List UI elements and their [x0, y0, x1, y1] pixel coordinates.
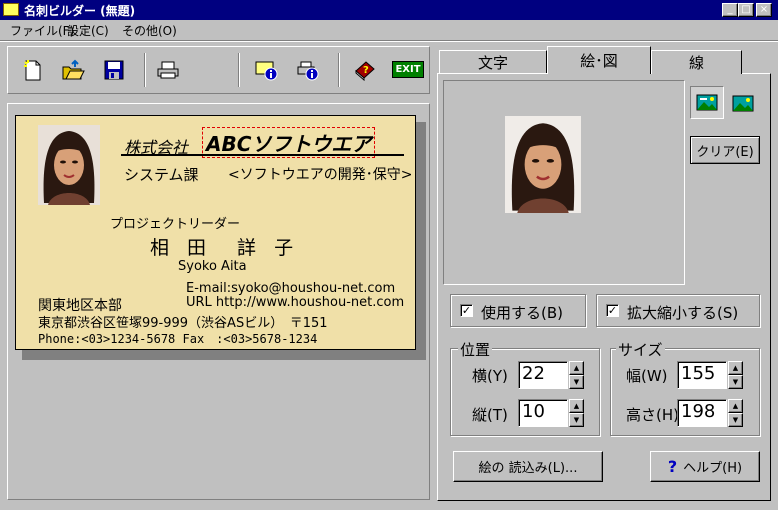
x-spin-up[interactable]: ▲ — [569, 361, 584, 375]
close-button[interactable]: × — [756, 3, 772, 17]
card-department: システム課 — [124, 166, 199, 184]
new-document-icon[interactable] — [21, 59, 45, 81]
y-spin-up[interactable]: ▲ — [569, 399, 584, 413]
card-name-roman: Syoko Aita — [178, 259, 247, 274]
tab-picture[interactable]: 絵･図 — [547, 46, 651, 74]
width-label: 幅(W) — [626, 367, 668, 385]
maximize-button[interactable]: □ — [738, 3, 754, 17]
clear-button[interactable]: クリア(E) — [690, 136, 760, 164]
exit-icon[interactable]: EXIT — [392, 61, 424, 78]
height-spin-up[interactable]: ▲ — [728, 399, 743, 413]
help-book-icon[interactable]: ? — [353, 59, 377, 81]
minimize-button[interactable]: _ — [722, 3, 738, 17]
open-folder-icon[interactable] — [61, 59, 85, 81]
card-photo[interactable] — [38, 125, 100, 205]
picture-preview — [443, 80, 685, 285]
width-input[interactable]: 155 — [677, 361, 727, 389]
save-disk-icon[interactable] — [102, 59, 126, 81]
width-spin-up[interactable]: ▲ — [728, 361, 743, 375]
menu-settings[interactable]: 設定(C) — [67, 22, 109, 39]
place-picture-icon[interactable] — [728, 88, 758, 118]
card-position: プロジェクトリーダー — [110, 217, 241, 232]
use-picture-checkbox[interactable]: ✓ — [460, 304, 473, 317]
window-title: 名刺ビルダー (無題) — [24, 4, 136, 18]
help-button-label: ヘルプ(H) — [683, 461, 743, 476]
fit-picture-icon[interactable] — [690, 86, 724, 119]
height-label: 高さ(H) — [626, 406, 679, 424]
card-rule — [121, 154, 404, 156]
app-icon — [3, 3, 19, 16]
title-bar: 名刺ビルダー (無題) _ □ × — [0, 0, 778, 20]
help-button[interactable]: ? ヘルプ(H) — [650, 451, 760, 482]
card-phone: Phone:<03>1234-5678 Fax :<03>5678-1234 — [38, 332, 318, 346]
y-input[interactable]: 10 — [518, 399, 568, 427]
svg-text:?: ? — [363, 65, 369, 76]
x-input[interactable]: 22 — [518, 361, 568, 389]
width-spin-down[interactable]: ▼ — [728, 375, 743, 389]
preview-photo — [505, 116, 581, 213]
position-group-title: 位置 — [458, 339, 493, 360]
print-icon[interactable] — [156, 59, 180, 81]
y-label: 縦(T) — [472, 406, 508, 424]
use-picture-label: 使用する(B) — [481, 304, 563, 322]
card-url: URL http://www.houshou-net.com — [186, 295, 405, 310]
x-spin-down[interactable]: ▼ — [569, 375, 584, 389]
height-spin-down[interactable]: ▼ — [728, 413, 743, 427]
tab-text[interactable]: 文字 — [439, 50, 547, 74]
tab-line[interactable]: 線 — [651, 50, 742, 74]
card-info-icon[interactable] — [255, 59, 279, 81]
menu-other[interactable]: その他(O) — [122, 22, 177, 39]
card-address: 東京都渋谷区笹塚99-999（渋谷ASビル） 〒151 — [38, 316, 328, 331]
scale-picture-checkbox[interactable]: ✓ — [606, 304, 619, 317]
card-tagline: <ソフトウエアの開発･保守> — [228, 167, 413, 183]
menu-file[interactable]: ファイル(F) — [10, 22, 74, 39]
card-email: E-mail:syoko@houshou-net.com — [186, 281, 396, 296]
x-label: 横(Y) — [472, 367, 508, 385]
help-icon: ? — [667, 457, 678, 476]
printer-info-icon[interactable] — [296, 59, 320, 81]
size-group-title: サイズ — [616, 339, 665, 360]
height-input[interactable]: 198 — [677, 399, 727, 427]
menu-divider — [0, 40, 778, 42]
toolbar: ? EXIT — [7, 46, 430, 94]
business-card[interactable]: 株式会社 ABCソフトウエア システム課 <ソフトウエアの開発･保守> プロジェ… — [15, 115, 416, 350]
scale-picture-label: 拡大縮小する(S) — [627, 304, 739, 322]
toolbar-separator — [238, 53, 240, 87]
toolbar-separator — [338, 53, 340, 87]
toolbar-separator — [144, 53, 146, 87]
load-picture-button[interactable]: 絵の 読込み(L)... — [453, 451, 603, 482]
y-spin-down[interactable]: ▼ — [569, 413, 584, 427]
card-name: 相 田 詳 子 — [150, 237, 300, 259]
